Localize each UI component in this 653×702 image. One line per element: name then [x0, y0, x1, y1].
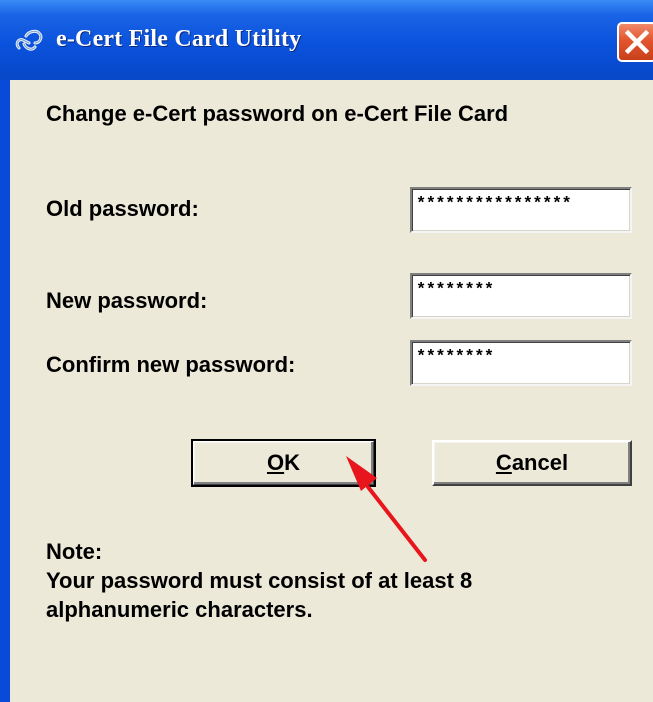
old-password-label: Old password: — [46, 196, 199, 221]
dialog-body: Change e-Cert password on e-Cert File Ca… — [10, 80, 653, 702]
cancel-button-mnemonic: C — [495, 450, 512, 475]
dialog-heading: Change e-Cert password on e-Cert File Ca… — [46, 101, 509, 126]
confirm-password-label: Confirm new password: — [46, 352, 296, 377]
window-title: e-Cert File Card Utility — [56, 26, 302, 52]
note-title: Note: — [46, 539, 103, 564]
dialog-window: e-Cert File Card Utility Change e-Cert p… — [0, 0, 653, 702]
old-password-field[interactable]: **************** — [410, 187, 632, 233]
note-line-2: alphanumeric characters. — [46, 597, 313, 622]
new-password-field[interactable]: ******** — [410, 273, 632, 319]
close-button[interactable] — [617, 22, 653, 62]
close-icon — [624, 29, 650, 55]
cancel-button[interactable]: Cancel — [432, 440, 632, 486]
chain-link-icon — [15, 29, 43, 51]
ok-button-label: K — [284, 450, 300, 475]
cancel-button-label: ancel — [511, 450, 569, 475]
confirm-password-field[interactable]: ******** — [410, 340, 632, 386]
ok-button[interactable]: OK — [191, 439, 376, 487]
note-line-1: Your password must consist of at least 8 — [46, 568, 473, 593]
title-bar[interactable]: e-Cert File Card Utility — [0, 0, 653, 80]
ok-button-mnemonic: O — [266, 450, 285, 475]
new-password-label: New password: — [46, 288, 208, 313]
